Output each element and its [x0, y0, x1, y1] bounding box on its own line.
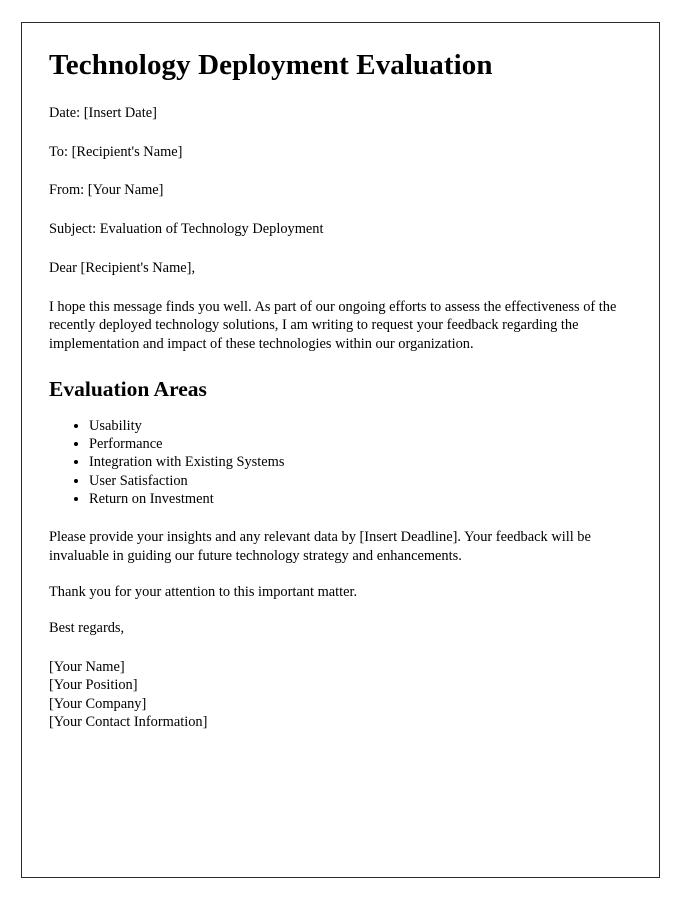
intro-paragraph: I hope this message finds you well. As p…	[49, 298, 617, 352]
signoff: Best regards,	[49, 620, 125, 637]
meta-line-to: To: [Recipient's Name]	[49, 143, 183, 160]
request-paragraph: Please provide your insights and any rel…	[49, 529, 591, 564]
salutation: Dear [Recipient's Name],	[49, 259, 196, 276]
signature-company: [Your Company]	[49, 695, 147, 712]
signature-position: [Your Position]	[49, 677, 138, 694]
document-body: Technology Deployment Evaluation Date: […	[22, 23, 659, 751]
signature-block: [Your Name] [Your Position] [Your Compan…	[49, 658, 634, 731]
meta-line-from: From: [Your Name]	[49, 182, 164, 199]
page-title: Technology Deployment Evaluation	[49, 49, 493, 81]
section-heading-evaluation-areas: Evaluation Areas	[49, 376, 207, 401]
meta-line-subject: Subject: Evaluation of Technology Deploy…	[49, 221, 324, 238]
list-item: Return on Investment	[89, 490, 634, 508]
list-item: User Satisfaction	[89, 472, 634, 490]
list-item: Integration with Existing Systems	[89, 453, 634, 471]
document-page: Technology Deployment Evaluation Date: […	[21, 22, 660, 878]
evaluation-areas-list: Usability Performance Integration with E…	[49, 417, 634, 508]
signature-contact: [Your Contact Information]	[49, 714, 208, 731]
signature-name: [Your Name]	[49, 659, 125, 676]
list-item: Usability	[89, 417, 634, 435]
list-item: Performance	[89, 435, 634, 453]
meta-line-date: Date: [Insert Date]	[49, 105, 157, 122]
thanks-paragraph: Thank you for your attention to this imp…	[49, 584, 358, 601]
